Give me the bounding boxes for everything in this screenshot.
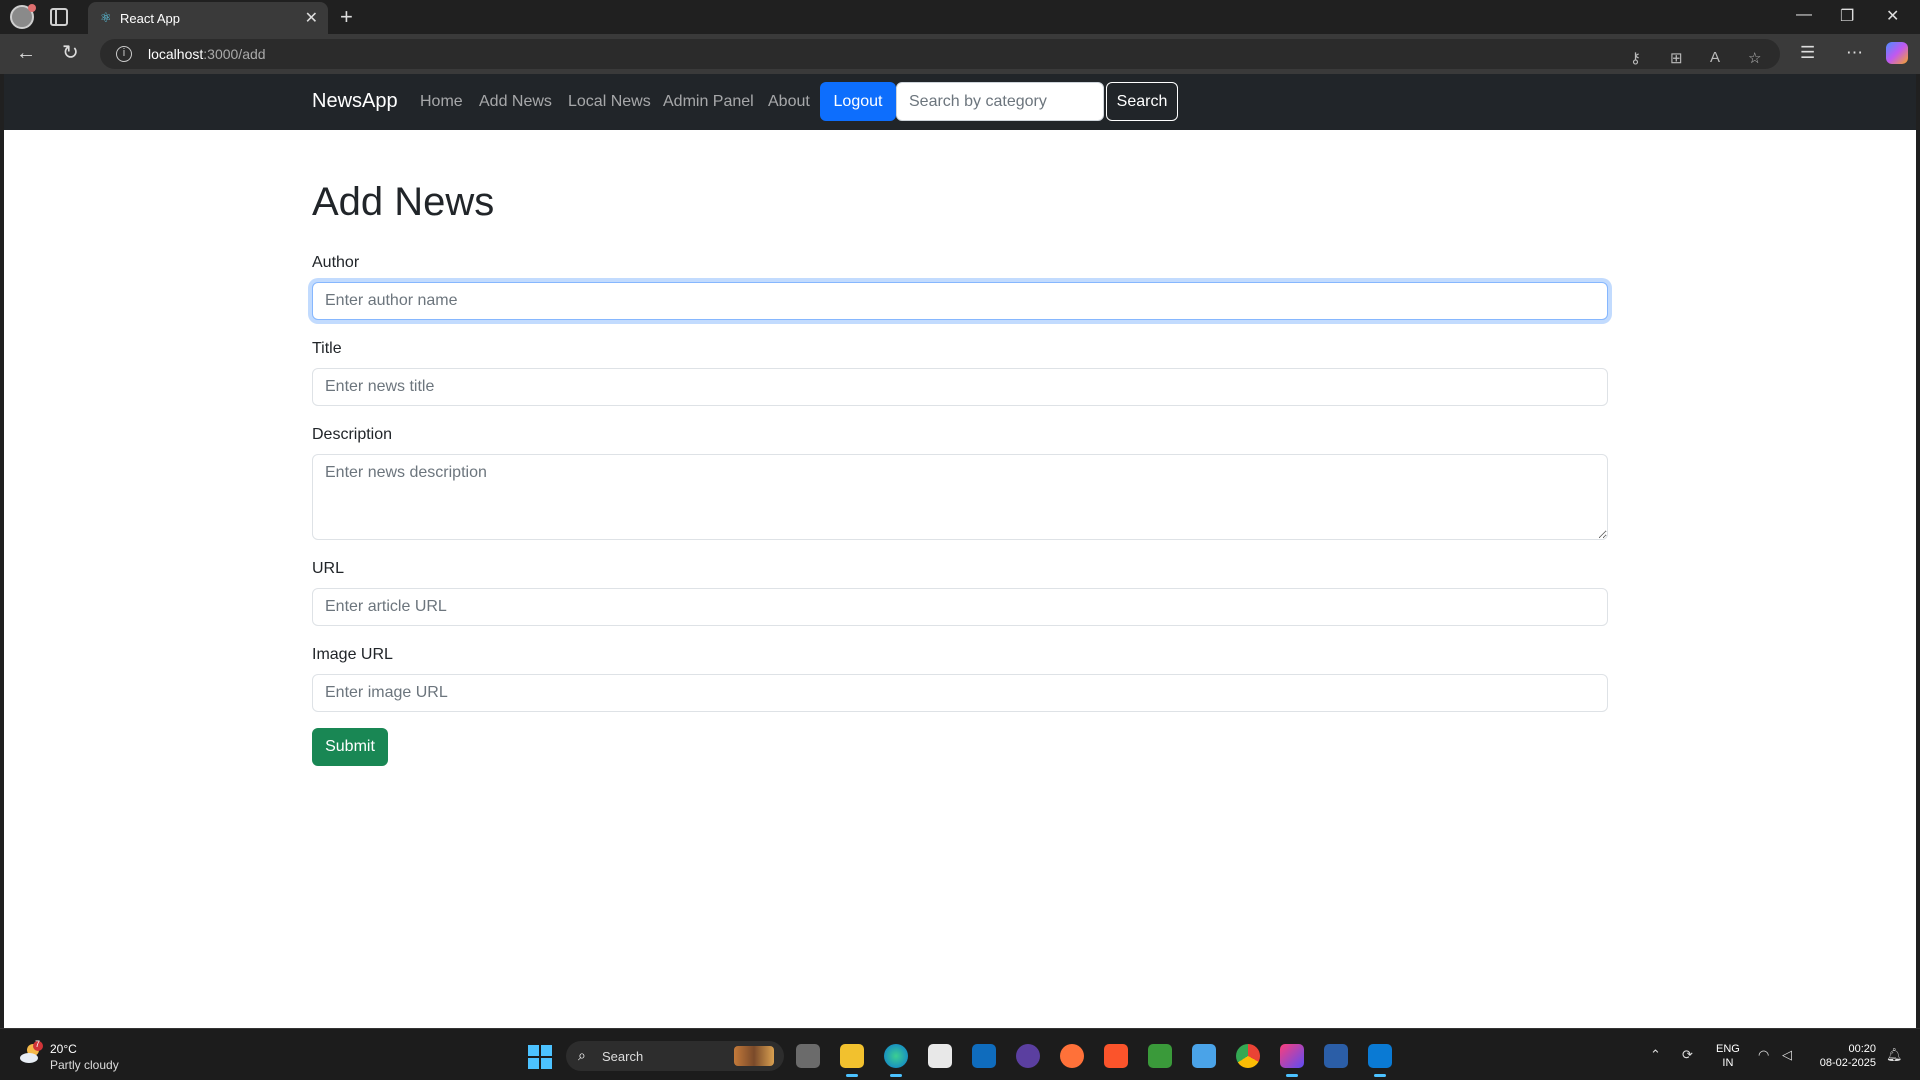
wifi-icon[interactable]: ◠ [1758, 1047, 1769, 1063]
tab-actions-icon[interactable] [50, 8, 68, 26]
browser-tab[interactable]: ⚛ React App ✕ [88, 2, 328, 34]
intellij-icon[interactable] [1280, 1044, 1304, 1077]
favorites-icon[interactable]: ☰ [1800, 42, 1815, 64]
app-navbar: NewsApp Home Add News Local News Admin P… [4, 74, 1916, 130]
spreadsheet-icon[interactable] [1148, 1044, 1172, 1068]
author-input[interactable] [312, 282, 1608, 320]
store-icon[interactable] [928, 1044, 952, 1068]
weather-icon[interactable] [18, 1041, 44, 1067]
more-menu-icon[interactable]: ⋯ [1846, 42, 1863, 64]
nav-link-home[interactable]: Home [420, 93, 463, 111]
window-close-icon[interactable]: ✕ [1886, 6, 1899, 26]
firefox-icon[interactable] [1060, 1044, 1084, 1068]
page-title: Add News [312, 180, 495, 224]
tab-close-icon[interactable]: ✕ [305, 8, 318, 28]
back-icon[interactable]: ← [16, 42, 36, 64]
browser-tab-bar: ⚛ React App ✕ + — ❐ ✕ [0, 0, 1920, 34]
title-label: Title [312, 340, 342, 357]
taskbar-search-label: Search [602, 1049, 644, 1064]
vscode-icon[interactable] [1368, 1044, 1392, 1077]
article-url-input[interactable] [312, 588, 1608, 626]
new-tab-icon[interactable]: + [340, 4, 353, 30]
copilot-icon[interactable] [1886, 42, 1908, 64]
notepad-icon[interactable] [1192, 1044, 1216, 1068]
react-favicon-icon: ⚛ [100, 10, 112, 25]
file-explorer-icon[interactable] [840, 1044, 864, 1077]
navbar-brand[interactable]: NewsApp [312, 90, 398, 113]
nav-link-add-news[interactable]: Add News [479, 93, 552, 111]
description-label: Description [312, 426, 393, 443]
description-textarea[interactable] [312, 454, 1608, 540]
clock[interactable]: 00:20 08-02-2025 [1810, 1042, 1876, 1070]
url-label: URL [312, 560, 345, 577]
nav-link-admin-panel[interactable]: Admin Panel [663, 93, 754, 111]
edge-icon[interactable] [884, 1044, 908, 1077]
outlook-icon[interactable] [972, 1044, 996, 1068]
taskbar: 7 20°C Partly cloudy ⌕ Search ⌃ ⟳ ENG IN… [0, 1028, 1920, 1080]
web-page: NewsApp Home Add News Local News Admin P… [4, 74, 1916, 1028]
taskbar-search[interactable]: ⌕ Search [566, 1041, 784, 1071]
chrome-icon[interactable] [1236, 1044, 1260, 1068]
search-button[interactable]: Search [1106, 82, 1178, 121]
reload-icon[interactable]: ↻ [62, 42, 79, 64]
apps-icon[interactable]: ⊞ [1670, 49, 1683, 67]
key-icon[interactable]: ⚷ [1630, 49, 1641, 67]
notification-bell-icon[interactable]: 🔔︎ [1886, 1047, 1903, 1063]
address-bar[interactable]: i localhost:3000/add ⚷ ⊞ A ☆ [100, 39, 1780, 69]
tab-title: React App [120, 11, 180, 26]
submit-button[interactable]: Submit [312, 728, 388, 766]
sync-icon[interactable]: ⟳ [1682, 1047, 1693, 1063]
favorite-star-icon[interactable]: ☆ [1748, 49, 1761, 67]
restore-icon[interactable]: ❐ [1840, 6, 1854, 26]
image-url-input[interactable] [312, 674, 1608, 712]
nav-link-local-news[interactable]: Local News [568, 93, 651, 111]
speaker-icon[interactable]: ◁ [1782, 1047, 1792, 1063]
brave-icon[interactable] [1104, 1044, 1128, 1068]
title-input[interactable] [312, 368, 1608, 406]
task-view-icon[interactable] [796, 1044, 820, 1068]
search-highlight-image [734, 1046, 774, 1066]
address-bar-row: ← ↻ i localhost:3000/add ⚷ ⊞ A ☆ ☰ ⋯ [0, 34, 1920, 74]
eclipse-icon[interactable] [1016, 1044, 1040, 1068]
weather-description: Partly cloudy [50, 1058, 119, 1072]
nav-link-about[interactable]: About [768, 93, 810, 111]
read-aloud-icon[interactable]: A [1710, 49, 1720, 66]
weather-temperature: 20°C [50, 1042, 77, 1056]
sql-developer-icon[interactable] [1324, 1044, 1348, 1068]
minimize-icon[interactable]: — [1796, 6, 1812, 24]
image-url-label: Image URL [312, 646, 393, 663]
profile-avatar-icon[interactable] [10, 4, 36, 29]
search-icon: ⌕ [578, 1047, 586, 1063]
weather-badge: 7 [35, 1039, 41, 1049]
logout-button[interactable]: Logout [820, 82, 896, 121]
url-text[interactable]: localhost:3000/add [148, 46, 266, 62]
language-indicator[interactable]: ENG IN [1716, 1042, 1740, 1070]
author-label: Author [312, 254, 360, 271]
category-search-input[interactable] [896, 82, 1104, 121]
windows-start-icon[interactable] [528, 1045, 552, 1069]
show-hidden-icons-chevron[interactable]: ⌃ [1650, 1047, 1661, 1063]
site-info-icon[interactable]: i [116, 46, 132, 62]
